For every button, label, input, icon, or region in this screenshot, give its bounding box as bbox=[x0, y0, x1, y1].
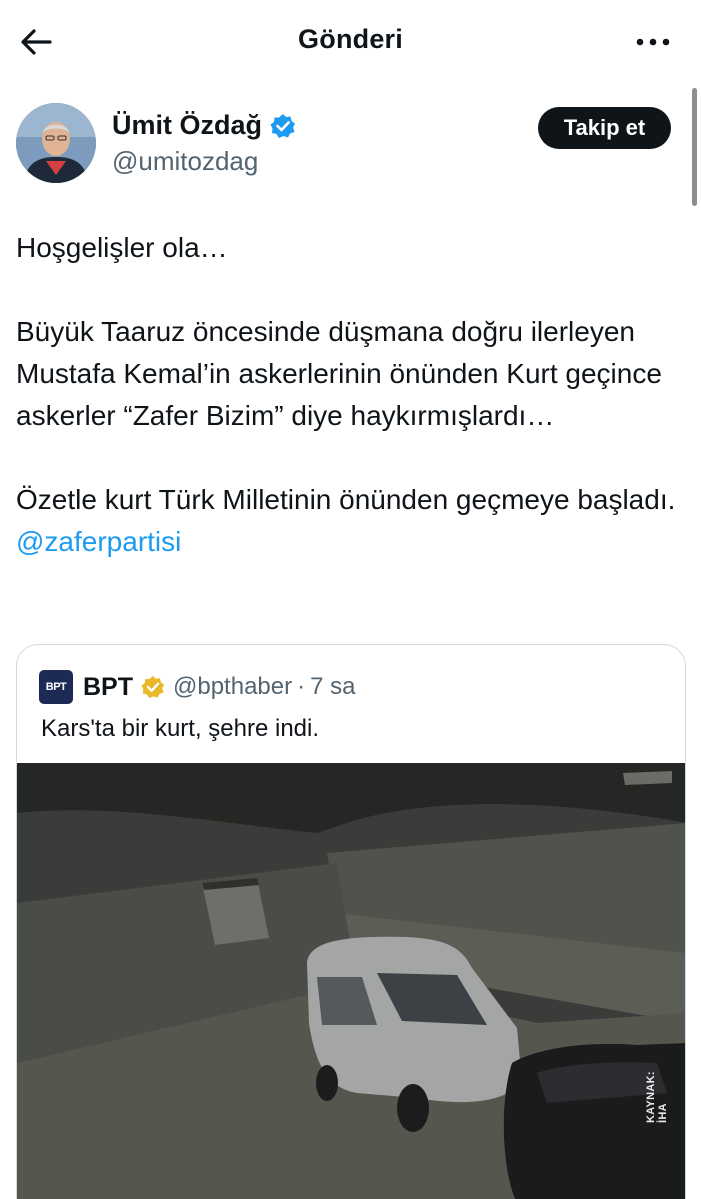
quoted-author-name[interactable]: BPT bbox=[83, 673, 133, 702]
quoted-author-handle[interactable]: @bpthaber bbox=[173, 673, 292, 701]
tweet-body: Hoşgelişler ola… Büyük Taaruz öncesinde … bbox=[16, 227, 686, 563]
author-handle[interactable]: @umitozdag bbox=[112, 146, 258, 177]
quoted-tweet-media[interactable]: KAYNAK: İHA bbox=[17, 763, 685, 1199]
quoted-tweet-text: Kars'ta bir kurt, şehre indi. bbox=[41, 715, 320, 742]
scrollbar[interactable] bbox=[692, 88, 697, 206]
media-video-frame bbox=[17, 763, 685, 1199]
author-avatar[interactable] bbox=[16, 103, 96, 183]
follow-button[interactable]: Takip et bbox=[538, 107, 671, 149]
tweet-paragraph: Hoşgelişler ola… bbox=[16, 232, 228, 263]
tweet-paragraph-text: Özetle kurt Türk Milletinin önünden geçm… bbox=[16, 484, 676, 515]
tweet-paragraph-with-mention: Özetle kurt Türk Milletinin önünden geçm… bbox=[16, 479, 686, 563]
quoted-tweet-timestamp[interactable]: 7 sa bbox=[310, 673, 355, 701]
verified-gold-badge-icon bbox=[141, 675, 165, 699]
tweet-paragraph: Büyük Taaruz öncesinde düşmana doğru ile… bbox=[16, 316, 662, 431]
page-title: Gönderi bbox=[298, 24, 403, 54]
avatar-image bbox=[16, 103, 96, 183]
separator-dot: · bbox=[297, 673, 306, 700]
quoted-author-avatar[interactable]: BPT bbox=[39, 670, 73, 704]
author-name-row[interactable]: Ümit Özdağ bbox=[112, 110, 296, 141]
verified-badge-icon[interactable] bbox=[270, 113, 296, 139]
quoted-tweet-header: BPT BPT @bpthaber · 7 sa bbox=[39, 670, 355, 704]
more-horizontal-icon bbox=[636, 38, 670, 46]
quoted-tweet-card[interactable]: BPT BPT @bpthaber · 7 sa Kars'ta bir kur… bbox=[16, 644, 686, 1199]
more-options-button[interactable] bbox=[631, 26, 675, 58]
mention-link[interactable]: @zaferpartisi bbox=[16, 526, 181, 557]
media-source-watermark: KAYNAK: İHA bbox=[645, 1071, 669, 1123]
top-app-bar: Gönderi bbox=[0, 0, 701, 84]
author-display-name[interactable]: Ümit Özdağ bbox=[112, 110, 262, 141]
